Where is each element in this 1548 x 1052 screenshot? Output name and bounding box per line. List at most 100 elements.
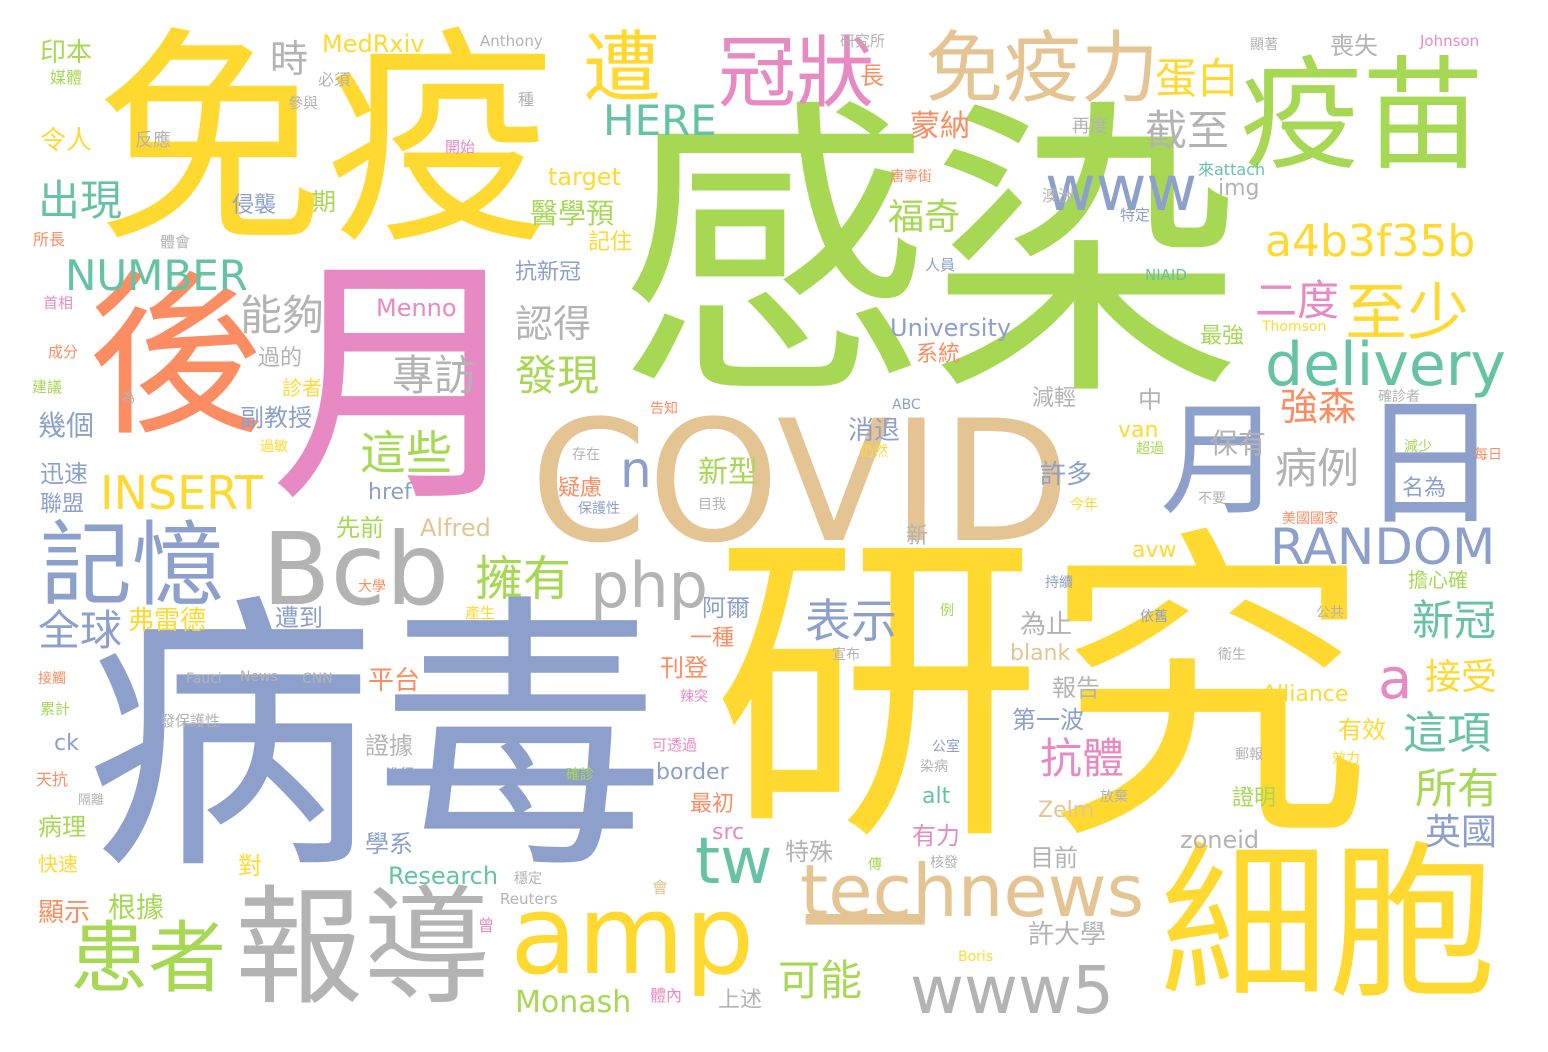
word-新: 新	[906, 524, 929, 549]
word-Menno: Menno	[376, 294, 457, 322]
word-二度: 二度	[1255, 276, 1340, 325]
word-學系: 學系	[365, 830, 413, 858]
word-存在: 存在	[572, 447, 600, 463]
word-INSERT: INSERT	[100, 466, 263, 520]
word-Boris: Boris	[958, 949, 994, 965]
word-認得: 認得	[515, 302, 592, 346]
word-截至: 截至	[1145, 106, 1230, 155]
word-NUMBER: NUMBER	[65, 251, 248, 300]
word-消退: 消退	[848, 416, 901, 446]
word-免疫力: 免疫力	[925, 24, 1160, 114]
word-php: php	[590, 549, 709, 622]
word-隔離: 隔離	[78, 793, 105, 808]
word-體會: 體會	[160, 233, 191, 251]
word-穩定: 穩定	[514, 871, 542, 887]
word-建議: 建議	[32, 378, 63, 396]
word-病例: 病例	[1275, 444, 1360, 493]
word-澳洲: 澳洲	[1042, 186, 1075, 205]
word-特殊: 特殊	[785, 838, 833, 866]
word-Alfred: Alfred	[420, 514, 491, 542]
word-大學: 大學	[358, 579, 386, 595]
word-a4b3f35b: a4b3f35b	[1265, 216, 1476, 267]
word-擔心確: 擔心確	[1408, 568, 1468, 592]
word-必須: 必須	[318, 70, 351, 89]
word-抗體: 抗體	[1040, 734, 1125, 783]
word-上述: 上述	[718, 988, 763, 1013]
word-所有: 所有	[1415, 764, 1500, 813]
word-報告: 報告	[1052, 674, 1100, 702]
word-每日: 每日	[1474, 447, 1502, 463]
word-體內: 體內	[650, 986, 683, 1005]
word-新冠: 新冠	[1412, 596, 1497, 645]
word-Zelm: Zelm	[1038, 798, 1095, 823]
word-href: href	[368, 480, 412, 505]
word-強森: 強森	[1280, 385, 1357, 429]
word-弗雷德: 弗雷德	[128, 606, 207, 636]
word-核發: 核發	[930, 855, 958, 871]
word-醫學預: 醫學預	[530, 197, 615, 230]
word-先前: 先前	[336, 514, 384, 542]
word-保有: 保有	[1210, 427, 1267, 460]
word-天抗: 天抗	[36, 770, 69, 789]
word-減少: 減少	[1404, 439, 1432, 455]
word-疫苗: 疫苗	[1240, 45, 1484, 187]
word-開始: 開始	[445, 138, 476, 156]
word-為: 為	[122, 391, 136, 406]
word-img: img	[1218, 176, 1260, 201]
word-最強: 最強	[1200, 324, 1245, 349]
word-報導: 報導	[235, 874, 492, 1023]
word-傳: 傳	[868, 857, 882, 873]
word-衛生: 衛生	[1218, 647, 1246, 663]
word-過敏: 過敏	[260, 439, 288, 455]
word-這些: 這些	[360, 426, 452, 480]
word-alt: alt	[922, 784, 951, 809]
word-avw: avw	[1132, 538, 1177, 563]
word-疑慮: 疑慮	[558, 476, 603, 501]
word-Johnson: Johnson	[1420, 32, 1480, 50]
word-News: News	[240, 669, 278, 685]
word-許多: 許多	[1040, 460, 1093, 490]
word-患者: 患者	[70, 914, 227, 1004]
word-告知: 告知	[650, 401, 678, 417]
word-可能: 可能	[778, 956, 863, 1005]
word-進行: 進行	[386, 767, 414, 783]
word-反應: 反應	[135, 130, 171, 151]
word-英國: 英國	[1425, 812, 1498, 853]
word-發保護性: 發保護性	[160, 712, 221, 730]
word-迅速: 迅速	[40, 460, 88, 488]
word-RANDOM: RANDOM	[1270, 518, 1496, 576]
word-Monash: Monash	[515, 985, 632, 1020]
word-唐寧街: 唐寧街	[890, 169, 932, 185]
word-特定: 特定	[1120, 206, 1151, 224]
word-確診: 確診	[566, 767, 594, 783]
word-刊登: 刊登	[660, 654, 708, 682]
word-記憶: 記憶	[40, 512, 225, 619]
word-至少: 至少	[1345, 276, 1470, 349]
word-新型: 新型	[698, 455, 758, 490]
word-目我: 目我	[698, 497, 726, 513]
word-會: 會	[652, 878, 669, 897]
word-超過: 超過	[1136, 441, 1164, 457]
word-所長: 所長	[33, 230, 66, 249]
word-van: van	[1118, 418, 1159, 443]
word-記住: 記住	[588, 230, 633, 255]
word-幾個: 幾個	[38, 409, 95, 442]
word-根據: 根據	[108, 891, 165, 924]
word-持續: 持續	[1045, 575, 1073, 591]
word-不要: 不要	[1198, 491, 1226, 507]
word-出現: 出現	[38, 176, 123, 225]
word-令人: 令人	[40, 126, 93, 156]
word-可透過: 可透過	[652, 736, 698, 754]
word-快速: 快速	[38, 852, 78, 876]
word-目前: 目前	[1030, 844, 1078, 872]
word-再度: 再度	[1072, 116, 1108, 137]
word-Thomson: Thomson	[1262, 319, 1327, 335]
word-累計: 累計	[40, 700, 71, 718]
word-表示: 表示	[805, 594, 897, 648]
word-時: 時	[270, 37, 309, 81]
word-例: 例	[940, 603, 954, 619]
word-印本: 印本	[40, 38, 93, 68]
word-Anthony: Anthony	[480, 32, 543, 50]
word-診者: 診者	[282, 376, 322, 400]
word-病理: 病理	[38, 813, 86, 841]
